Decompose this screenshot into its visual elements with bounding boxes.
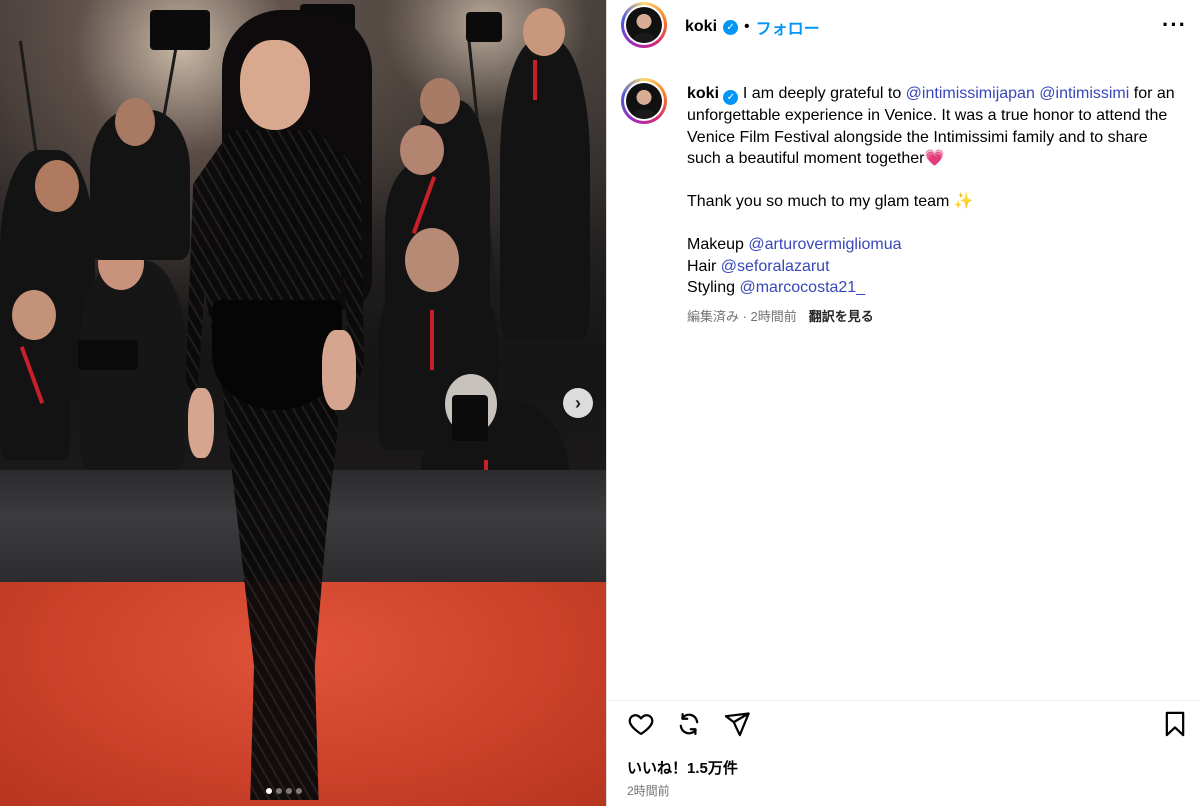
caption-paragraph: koki ✓ I am deeply grateful to @intimiss… xyxy=(687,83,1177,170)
carousel-dot xyxy=(266,788,272,794)
mention-link[interactable]: @arturovermigliomua xyxy=(748,236,901,253)
caption-avatar[interactable] xyxy=(621,78,667,124)
avatar-image xyxy=(626,7,662,43)
sparkles-emoji: ✨ xyxy=(953,193,974,211)
bookmark-icon[interactable] xyxy=(1161,710,1189,738)
avatar-image xyxy=(626,83,662,119)
mention-link[interactable]: @seforalazarut xyxy=(721,258,830,275)
mention-link[interactable]: @intimissimijapan xyxy=(906,85,1035,102)
caption-line-makeup: Makeup @arturovermigliomua xyxy=(687,234,1177,256)
carousel-indicator xyxy=(266,788,302,794)
translate-button[interactable]: 翻訳を見る xyxy=(809,306,874,325)
verified-badge-icon: ✓ xyxy=(723,19,739,35)
carousel-dot xyxy=(286,788,292,794)
separator-dot: • xyxy=(744,18,750,35)
photo-lanyard xyxy=(533,60,537,100)
caption-line-hair: Hair @seforalazarut xyxy=(687,256,1177,278)
photo-camera xyxy=(150,10,210,50)
heart-icon[interactable] xyxy=(627,710,655,738)
photo-person-head xyxy=(405,228,459,292)
caption-text: Styling xyxy=(687,279,740,297)
like-count[interactable]: いいね！1.5万件 xyxy=(627,757,738,778)
post-header: koki ✓ • フォロー ··· xyxy=(607,0,1200,56)
photo-person-head xyxy=(115,98,155,146)
chevron-right-icon: › xyxy=(575,392,581,413)
post-caption: koki ✓ I am deeply grateful to @intimiss… xyxy=(687,83,1177,299)
avatar[interactable] xyxy=(621,2,667,48)
heart-emoji: 💗 xyxy=(924,150,945,168)
share-icon[interactable] xyxy=(723,710,751,738)
verified-badge-icon: ✓ xyxy=(723,90,739,106)
carousel-dot xyxy=(296,788,302,794)
caption-text: Thank you so much to my glam team xyxy=(687,193,954,211)
photo-person-head xyxy=(420,78,460,124)
photo-camera xyxy=(452,395,488,441)
photo-lanyard xyxy=(430,310,434,370)
photo-person-head xyxy=(400,125,444,175)
caption-username-link[interactable]: koki xyxy=(687,85,719,102)
post-details-panel: koki ✓ • フォロー ··· koki ✓ I am deeply gra… xyxy=(606,0,1200,806)
repost-icon[interactable] xyxy=(675,710,703,738)
photo-subject-face xyxy=(240,40,310,130)
photo-person xyxy=(500,40,590,340)
caption-text: I am deeply grateful to xyxy=(738,85,906,102)
caption-meta: 編集済み · 2時間前 翻訳を見る xyxy=(687,306,874,325)
more-options-icon[interactable]: ··· xyxy=(1162,14,1187,36)
edited-timestamp: 編集済み · 2時間前 xyxy=(687,309,797,324)
carousel-dot xyxy=(276,788,282,794)
post-timestamp[interactable]: 2時間前 xyxy=(627,782,670,799)
mention-link[interactable]: @marcocosta21_ xyxy=(739,279,865,296)
photo-person-head xyxy=(12,290,56,340)
caption-text: Hair xyxy=(687,257,721,275)
mention-link[interactable]: @intimissimi xyxy=(1039,85,1129,102)
photo-person-head xyxy=(523,8,565,56)
photo-subject-hand xyxy=(188,388,214,458)
photo-person-head xyxy=(35,160,79,212)
follow-button[interactable]: フォロー xyxy=(756,15,820,39)
caption-paragraph: Thank you so much to my glam team ✨ xyxy=(687,191,1177,213)
photo-camera xyxy=(78,340,138,370)
carousel-next-button[interactable]: › xyxy=(563,388,593,418)
post-media[interactable]: › xyxy=(0,0,606,806)
username-link[interactable]: koki xyxy=(685,18,717,36)
photo-camera xyxy=(466,12,502,42)
photo-subject-hand xyxy=(322,330,356,410)
caption-line-styling: Styling @marcocosta21_ xyxy=(687,277,1177,299)
caption-text: Makeup xyxy=(687,236,749,254)
action-bar xyxy=(607,700,1200,744)
